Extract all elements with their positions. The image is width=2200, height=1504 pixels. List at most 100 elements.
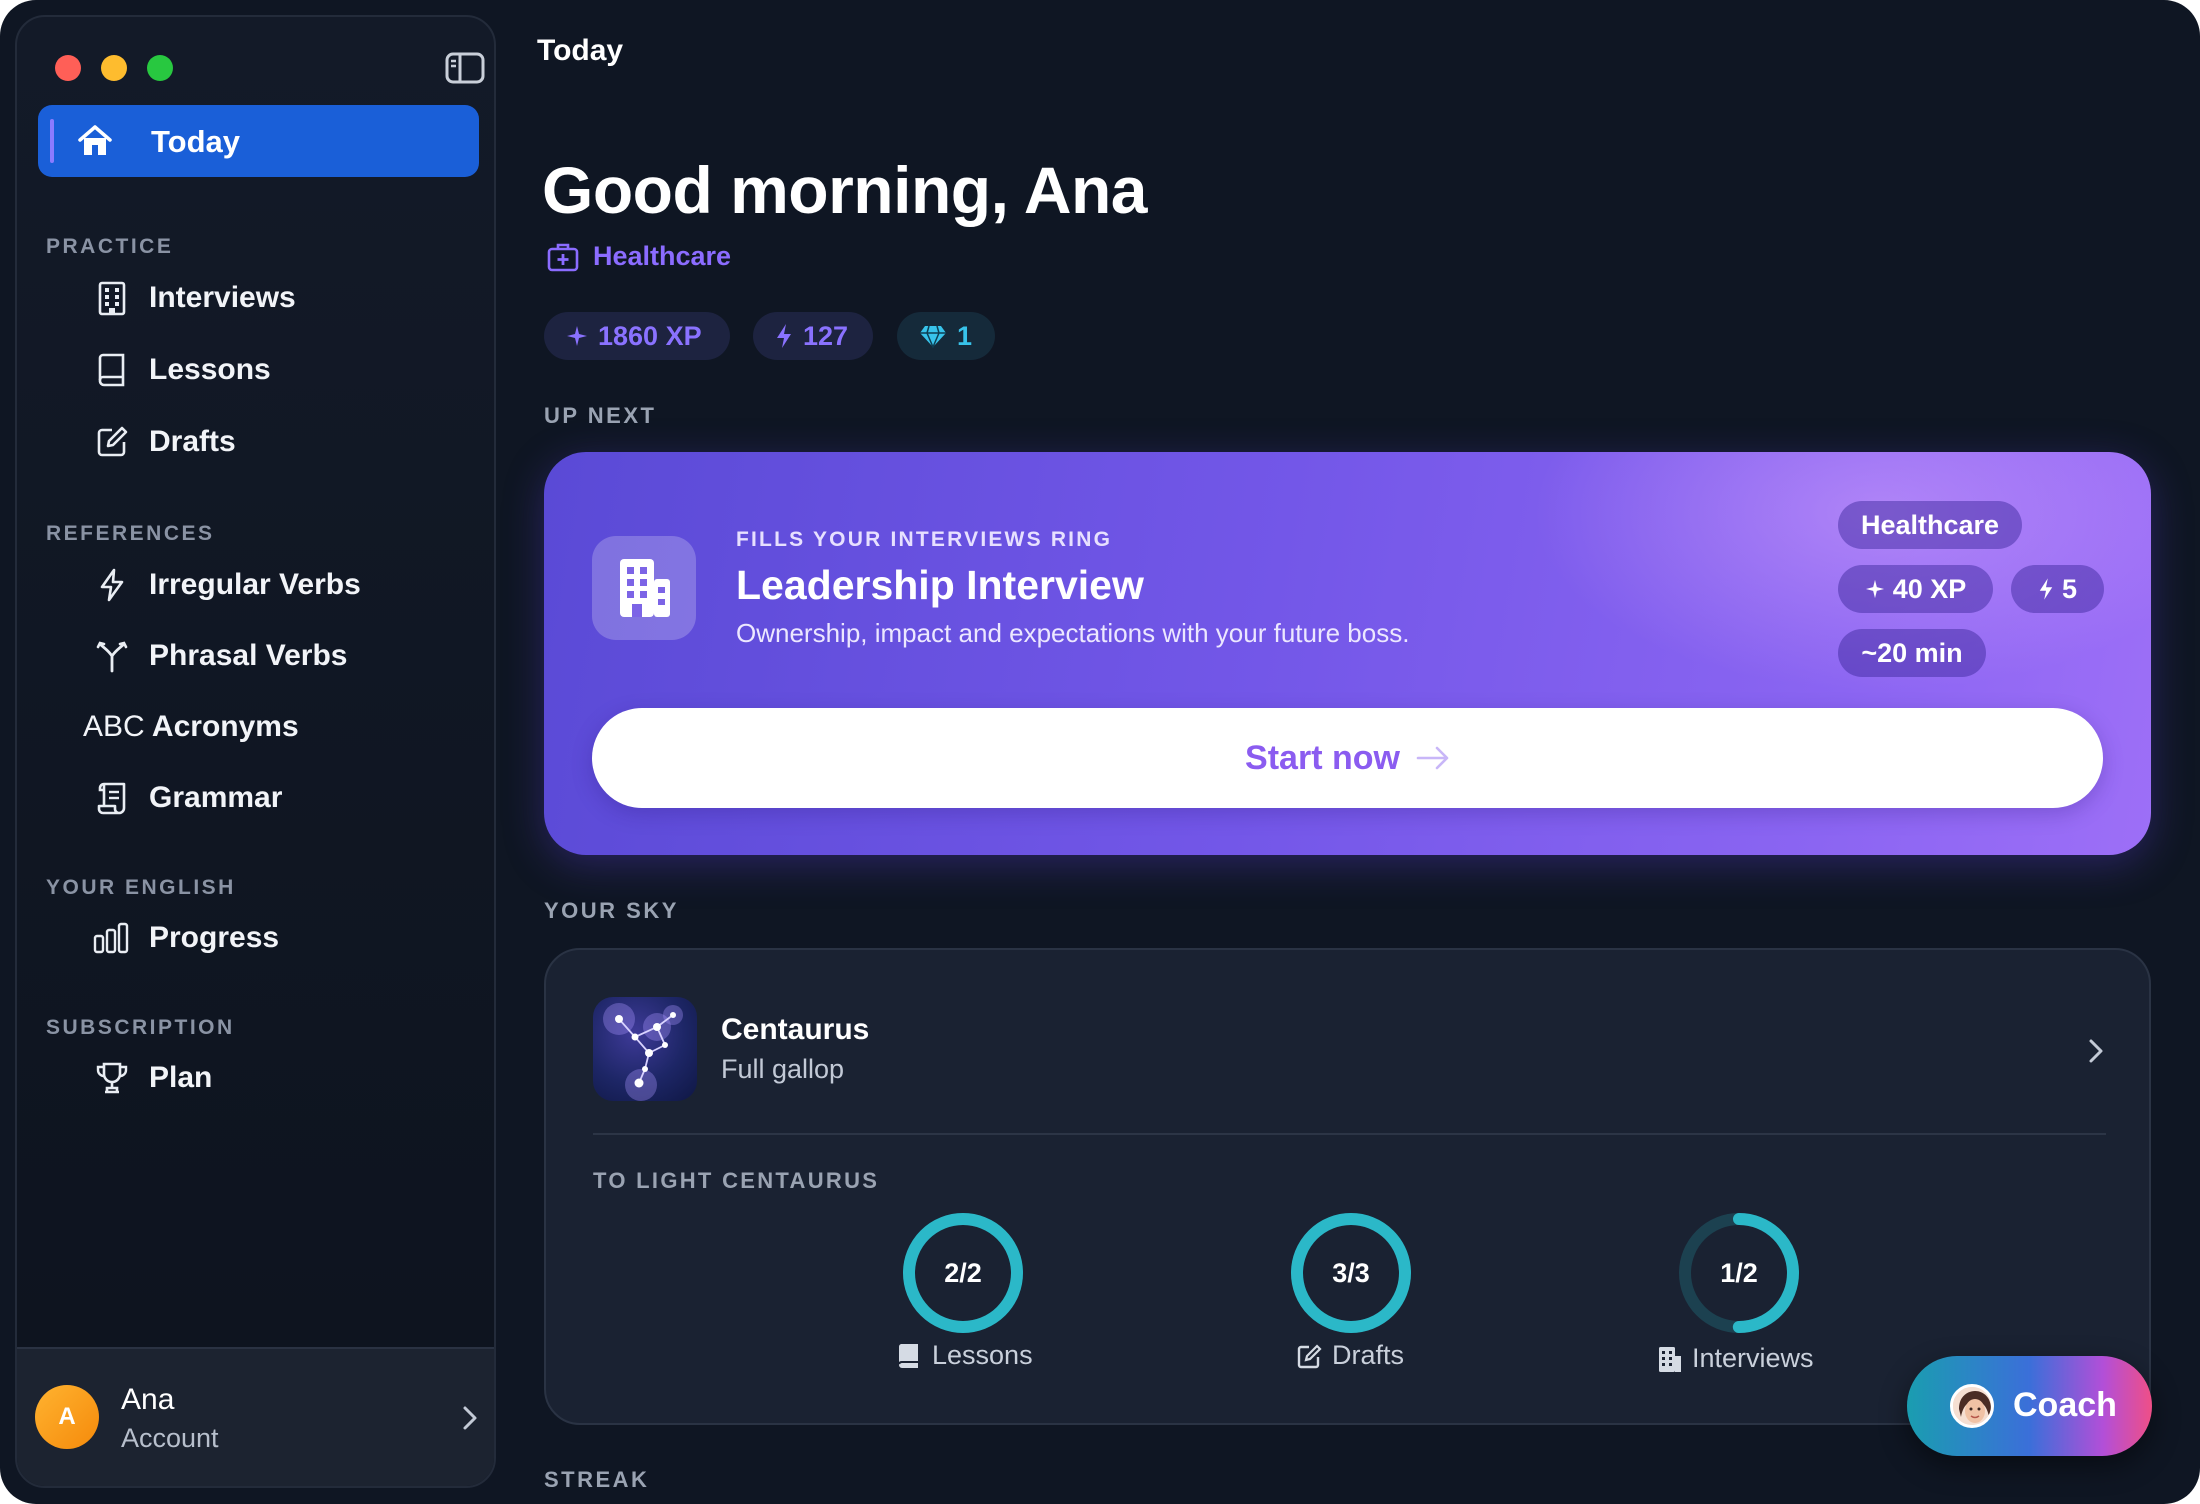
sidebar-item-label: Irregular Verbs bbox=[149, 568, 361, 601]
sidebar-toggle-icon[interactable] bbox=[445, 52, 485, 84]
constellation-status: Full gallop bbox=[721, 1054, 845, 1084]
sparkle-icon bbox=[1865, 579, 1884, 599]
interviews-caption: Interviews bbox=[1656, 1343, 1814, 1374]
lesson-thumbnail bbox=[592, 536, 696, 640]
account-row[interactable]: A Ana Account bbox=[17, 1347, 494, 1486]
book-icon bbox=[898, 1343, 918, 1368]
sidebar-item-phrasal-verbs[interactable]: Phrasal Verbs bbox=[38, 625, 479, 687]
drafts-ring: 3/3 bbox=[1289, 1211, 1413, 1335]
lesson-description: Ownership, impact and expectations with … bbox=[736, 618, 1410, 648]
sidebar-item-progress[interactable]: Progress bbox=[38, 907, 479, 969]
medical-kit-icon bbox=[547, 243, 579, 271]
section-subscription: SUBSCRIPTION bbox=[46, 1016, 235, 1039]
sparkle-icon bbox=[567, 326, 587, 346]
up-next-card[interactable]: FILLS YOUR INTERVIEWS RING Leadership In… bbox=[544, 452, 2151, 855]
sidebar: Today PRACTICE Interviews Lessons Drafts bbox=[15, 15, 496, 1488]
chevron-right-icon bbox=[463, 1406, 477, 1430]
selection-indicator bbox=[50, 119, 54, 163]
reward-xp-label: 40 XP bbox=[1892, 573, 1967, 604]
industry-tag: Healthcare bbox=[1838, 501, 2022, 549]
up-next-label: UP NEXT bbox=[544, 403, 657, 428]
fork-icon bbox=[96, 641, 128, 673]
duration-label: ~20 min bbox=[1861, 637, 1963, 668]
reward-xp-tag: 40 XP bbox=[1838, 565, 1993, 613]
ring-value: 1/2 bbox=[1720, 1257, 1758, 1288]
lessons-ring: 2/2 bbox=[901, 1211, 1025, 1335]
ring-value: 3/3 bbox=[1332, 1257, 1370, 1288]
chevron-right-icon[interactable] bbox=[2086, 1036, 2106, 1066]
coach-label: Coach bbox=[2013, 1386, 2117, 1424]
gems-value: 1 bbox=[957, 320, 973, 351]
ring-label: Interviews bbox=[1692, 1343, 1814, 1373]
start-now-label: Start now bbox=[1245, 738, 1400, 777]
diamond-icon bbox=[920, 325, 946, 348]
coach-button[interactable]: Coach bbox=[1907, 1356, 2152, 1456]
bolt-icon bbox=[2039, 578, 2053, 600]
lessons-caption: Lessons bbox=[896, 1340, 1033, 1371]
sidebar-item-grammar[interactable]: Grammar bbox=[38, 767, 479, 829]
industry-link[interactable]: Healthcare bbox=[547, 241, 731, 272]
sidebar-item-interviews[interactable]: Interviews bbox=[38, 267, 479, 329]
avatar: A bbox=[35, 1385, 99, 1449]
sidebar-item-label: Plan bbox=[149, 1061, 213, 1094]
minimize-window-button[interactable] bbox=[101, 55, 127, 81]
acronyms-label: Acronyms bbox=[151, 710, 299, 743]
streak-badge[interactable]: 127 bbox=[753, 312, 873, 360]
duration-tag: ~20 min bbox=[1838, 629, 1986, 677]
window-title: Today bbox=[537, 34, 624, 67]
sidebar-item-label: Today bbox=[151, 124, 240, 159]
scroll-icon bbox=[97, 782, 126, 815]
industry-tag-label: Healthcare bbox=[1860, 509, 2000, 540]
building-icon bbox=[1659, 1346, 1681, 1372]
building-icon bbox=[620, 559, 670, 617]
sidebar-item-irregular-verbs[interactable]: Irregular Verbs bbox=[38, 554, 479, 616]
sidebar-item-label: Lessons bbox=[149, 353, 271, 386]
sidebar-item-acronyms[interactable]: ABC Acronyms bbox=[38, 696, 479, 758]
close-window-button[interactable] bbox=[55, 55, 81, 81]
streak-value: 127 bbox=[803, 320, 849, 351]
sidebar-item-label: Drafts bbox=[149, 425, 236, 458]
book-icon bbox=[98, 353, 125, 387]
sidebar-item-label: Progress bbox=[149, 921, 280, 954]
start-now-button[interactable]: Start now bbox=[592, 708, 2103, 808]
sidebar-item-drafts[interactable]: Drafts bbox=[38, 411, 479, 473]
to-light-label: TO LIGHT CENTAURUS bbox=[593, 1168, 880, 1193]
energy-tag: 5 bbox=[2011, 565, 2104, 613]
section-your-english: YOUR ENGLISH bbox=[46, 876, 236, 899]
energy-label: 5 bbox=[2061, 573, 2078, 604]
sidebar-item-label: Phrasal Verbs bbox=[149, 639, 348, 672]
home-icon bbox=[78, 125, 112, 155]
xp-badge[interactable]: 1860 XP bbox=[544, 312, 730, 360]
trophy-icon bbox=[96, 1062, 128, 1094]
ring-label: Lessons bbox=[932, 1340, 1033, 1370]
sidebar-item-plan[interactable]: Plan bbox=[38, 1047, 479, 1109]
constellation-icon bbox=[603, 1003, 683, 1101]
account-name: Ana bbox=[121, 1383, 175, 1416]
constellation-name: Centaurus bbox=[721, 1013, 870, 1046]
account-subtitle: Account bbox=[121, 1423, 219, 1453]
section-references: REFERENCES bbox=[46, 522, 215, 545]
zoom-window-button[interactable] bbox=[147, 55, 173, 81]
abc-prefix: ABC bbox=[83, 710, 145, 743]
ring-value: 2/2 bbox=[944, 1257, 982, 1288]
bolt-icon bbox=[100, 568, 124, 602]
sidebar-item-label: Grammar bbox=[149, 781, 283, 814]
sidebar-item-lessons[interactable]: Lessons bbox=[38, 339, 479, 401]
edit-icon bbox=[97, 426, 128, 457]
industry-label: Healthcare bbox=[593, 241, 732, 271]
hero-kicker: FILLS YOUR INTERVIEWS RING bbox=[736, 528, 1113, 551]
lesson-title: Leadership Interview bbox=[736, 562, 1144, 608]
gems-badge[interactable]: 1 bbox=[897, 312, 995, 360]
app-window: Today PRACTICE Interviews Lessons Drafts bbox=[0, 0, 2200, 1504]
your-sky-card: Centaurus Full gallop TO LIGHT CENTAURUS… bbox=[544, 948, 2151, 1425]
drafts-caption: Drafts bbox=[1296, 1340, 1404, 1371]
section-practice: PRACTICE bbox=[46, 235, 174, 258]
sidebar-item-today[interactable]: Today bbox=[38, 105, 479, 177]
bar-chart-icon bbox=[93, 922, 129, 954]
coach-avatar bbox=[1950, 1384, 1994, 1428]
sidebar-item-label: Interviews bbox=[149, 281, 296, 314]
divider bbox=[593, 1133, 2106, 1135]
bolt-icon bbox=[777, 324, 791, 348]
coach-face-icon bbox=[1953, 1387, 1991, 1425]
streak-section-label: STREAK bbox=[544, 1467, 650, 1492]
